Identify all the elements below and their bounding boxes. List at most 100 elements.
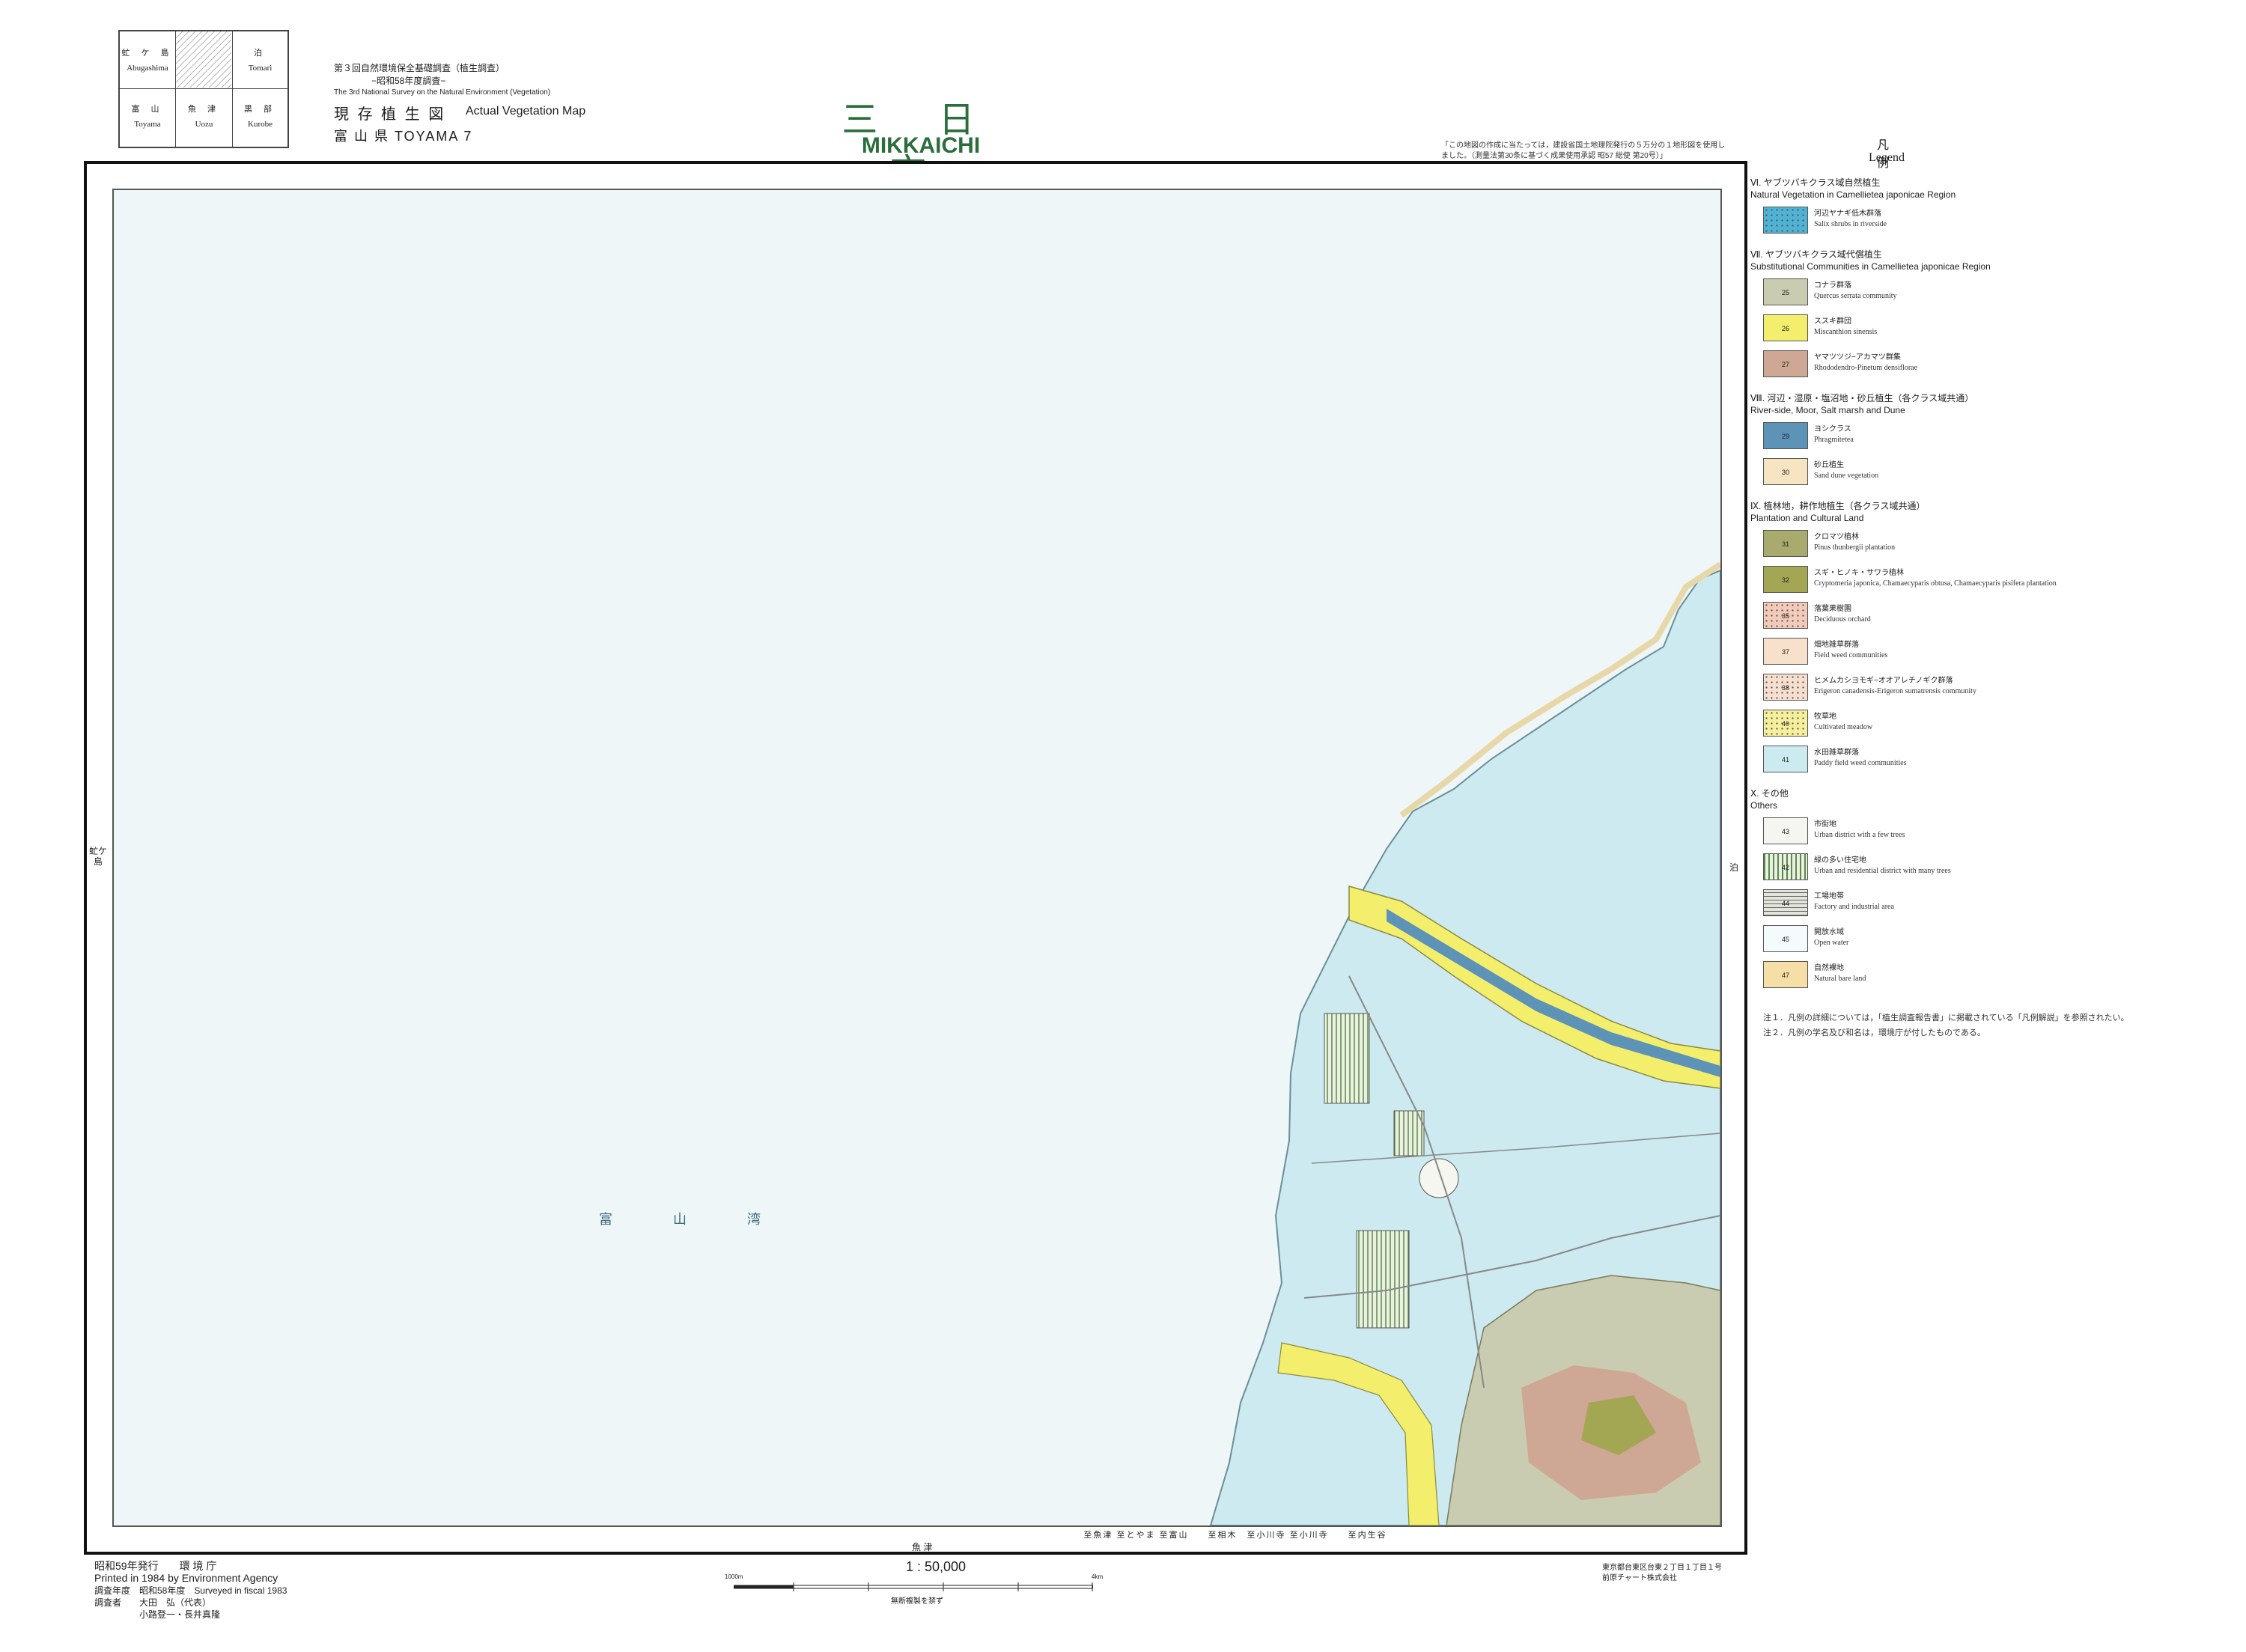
- legend-item-text: 緑の多い住宅地 Urban and residential district wi…: [1814, 856, 1951, 877]
- legend-section-heading-jp: Ⅷ. 河辺・湿原・塩沼地・砂丘植生（各クラス域共通）: [1750, 393, 1974, 403]
- legend-item-text: 開放水域 Open water: [1814, 927, 1848, 948]
- legend-section-heading-jp: Ⅶ. ヤブツバキクラス域代償植生: [1750, 249, 1882, 260]
- legend-item-text: 砂丘植生 Sand dune vegetation: [1814, 460, 1878, 481]
- legend-item-text: スギ・ヒノキ・サワラ植林 Cryptomeria japonica, Chamae…: [1814, 568, 2057, 589]
- legend-item-label-jp: 自然裸地: [1814, 964, 1844, 972]
- legend-swatch: 29: [1763, 422, 1808, 449]
- scale-ratio: 1 : 50,000: [905, 1559, 967, 1574]
- index-cell-se: 黒 部 Kurobe: [233, 89, 287, 147]
- legend-item-label-en: Urban district with a few trees: [1814, 831, 1905, 839]
- legend-item-label-en: Miscanthion sinensis: [1814, 328, 1878, 336]
- legend-item-text: 自然裸地 Natural bare land: [1814, 963, 1866, 984]
- legend-section-heading-en: River-side, Moor, Salt marsh and Dune: [1750, 405, 1905, 415]
- legend-item-label-en: Cryptomeria japonica, Chamaecyparis obtu…: [1814, 579, 2057, 588]
- legend-notes: 注１．凡例の詳細については，「植生調査報告書」に掲載されている「凡例解説」を参照…: [1763, 1011, 2129, 1040]
- legend-item-label-jp: 牧草地: [1814, 713, 1836, 721]
- legend-item-text: コナラ群落 Quercus serrata community: [1814, 281, 1897, 302]
- legend-section-heading-en: Others: [1750, 800, 1778, 811]
- index-cell-label-en: Tomari: [248, 64, 273, 73]
- base-map-credit: 「この地図の作成に当たっては，建設省国土地理院発行の５万分の１地形図を使用しまし…: [1441, 141, 1726, 160]
- legend-section-heading: Ⅶ. ヤブツバキクラス域代償植生 Substitutional Communiti…: [1750, 249, 1991, 272]
- index-cell-label: 黒 部: [243, 105, 277, 114]
- printer-info: 東京都台東区台東２丁目１丁目１号 前原チャート株式会社: [1602, 1563, 1722, 1584]
- surveyor-2: 小路登一・長井真隆: [94, 1609, 221, 1620]
- legend-item-label-en: Paddy field weed communities: [1814, 759, 1907, 767]
- printer-address: 東京都台東区台東２丁目１丁目１号: [1602, 1564, 1722, 1572]
- legend-item-text: 河辺ヤナギ低木群落 Salix shrubs in riverside: [1814, 209, 1887, 230]
- legend-item-label-en: Urban and residential district with many…: [1814, 867, 1951, 875]
- legend-item-text: クロマツ植林 Pinus thunbergii plantation: [1814, 532, 1895, 553]
- legend-item-text: 市街地 Urban district with a few trees: [1814, 820, 1905, 841]
- legend-item-label-en: Deciduous orchard: [1814, 615, 1871, 624]
- index-cell-label-en: Abugashima: [127, 64, 168, 73]
- legend-item-text: 落葉果樹園 Deciduous orchard: [1814, 604, 1871, 625]
- legend-item-label-jp: 落葉果樹園: [1814, 605, 1851, 613]
- legend-item-text: ヤマツツジ−アカマツ群集 Rhododendro-Pinetum densiflo…: [1814, 353, 1917, 374]
- index-cell-label-en: Toyama: [134, 120, 161, 129]
- map-type-jp: 現 存 植 生 図: [334, 106, 446, 123]
- legend-item-label-jp: ススキ群団: [1814, 317, 1851, 326]
- legend-item-label-jp: クロマツ植林: [1814, 533, 1859, 541]
- legend-section-heading-jp: Ⅵ. ヤブツバキクラス域自然植生: [1750, 177, 1881, 188]
- survey-title-en: The 3rd National Survey on the Natural E…: [334, 88, 551, 97]
- surveyor: 調査者 大田 弘（代表）: [94, 1597, 212, 1608]
- index-cell-label: 虻 ケ 島: [121, 49, 174, 58]
- vegetation-map: [114, 190, 1720, 1525]
- survey-year: −昭和58年度調査−: [371, 76, 446, 86]
- sheet-title-en: MIKKAICHI: [861, 133, 981, 158]
- copyright-notice: 無断複製を禁ず: [891, 1597, 943, 1606]
- legend-item-label-jp: ヤマツツジ−アカマツ群集: [1814, 353, 1901, 362]
- legend-swatch: 45: [1763, 925, 1808, 952]
- legend-item-label-jp: 水田雑草群落: [1814, 749, 1859, 757]
- residential-block: [1356, 1230, 1410, 1329]
- index-cell-label-en: Kurobe: [248, 120, 273, 129]
- legend-swatch: 27: [1763, 350, 1808, 377]
- legend-item-text: 畑地雑草群落 Field weed communities: [1814, 640, 1887, 661]
- legend-note: 注２．凡例の学名及び和名は，環境庁が付したものである。: [1763, 1028, 1985, 1037]
- legend-item-text: 工場地帯 Factory and industrial area: [1814, 891, 1894, 912]
- legend-item-text: ヨシクラス Phragmitetea: [1814, 424, 1854, 445]
- legend-swatch: 37: [1763, 638, 1808, 665]
- index-cell-label: 富 山: [131, 105, 164, 114]
- legend-section-heading-jp: Ⅸ. 植林地，耕作地植生（各クラス域共通）: [1750, 501, 1926, 511]
- legend-section-heading: Ⅷ. 河辺・湿原・塩沼地・砂丘植生（各クラス域共通） River-side, Mo…: [1750, 392, 1973, 416]
- town-center: [1419, 1158, 1459, 1198]
- legend-swatch: 26: [1763, 314, 1808, 341]
- legend-swatch: 41: [1763, 746, 1808, 772]
- legend-section-heading-en: Natural Vegetation in Camellietea japoni…: [1750, 189, 1956, 200]
- residential-block: [1324, 1013, 1370, 1104]
- sea-label: 富 山 湾: [599, 1212, 790, 1227]
- legend-item-label-en: Sand dune vegetation: [1814, 472, 1879, 480]
- current-sheet-hatch: [176, 31, 231, 88]
- legend-section-heading: Ⅹ. その他 Others: [1750, 787, 1789, 811]
- map-area[interactable]: [112, 189, 1722, 1527]
- legend-item-text: 牧草地 Cultivated meadow: [1814, 712, 1872, 733]
- legend-swatch: 30: [1763, 458, 1808, 485]
- adjacent-sheet-south: 魚 津: [912, 1542, 933, 1552]
- legend-item-label-en: Phragmitetea: [1814, 436, 1854, 444]
- legend-section-heading: Ⅸ. 植林地，耕作地植生（各クラス域共通） Plantation and Cult…: [1750, 500, 1925, 524]
- legend-section-heading-en: Plantation and Cultural Land: [1750, 513, 1864, 523]
- legend-item-label-en: Open water: [1814, 939, 1849, 947]
- printed-by: Printed in 1984 by Environment Agency: [94, 1572, 279, 1584]
- index-cell-label: 泊: [254, 49, 267, 58]
- legend-item-label-jp: スギ・ヒノキ・サワラ植林: [1814, 569, 1904, 577]
- legend-item-label-jp: ヒメムカシヨモギ−オオアレチノギク群落: [1814, 677, 1953, 685]
- legend-item-label-en: Erigeron canadensis-Erigeron sumatrensis…: [1814, 687, 1976, 695]
- legend-item-label-jp: 開放水域: [1814, 928, 1844, 936]
- legend-swatch: 35: [1763, 602, 1808, 629]
- legend-swatch: 38: [1763, 674, 1808, 701]
- legend-swatch: 47: [1763, 961, 1808, 988]
- legend-item-label-jp: 市街地: [1814, 820, 1836, 829]
- legend-item-label-en: Rhododendro-Pinetum densiflorae: [1814, 364, 1918, 372]
- legend-swatch: 31: [1763, 530, 1808, 557]
- index-cell-sw: 富 山 Toyama: [120, 89, 176, 147]
- legend-item-text: 水田雑草群落 Paddy field weed communities: [1814, 748, 1907, 769]
- legend-item-label-en: Cultivated meadow: [1814, 723, 1873, 731]
- index-map-grid: 虻 ケ 島 Abugashima 泊 Tomari 富 山 Toyama 魚 津…: [118, 30, 289, 148]
- legend-item-label-jp: コナラ群落: [1814, 281, 1851, 290]
- legend-swatch: 42: [1763, 853, 1808, 880]
- legend-item-label-jp: 工場地帯: [1814, 892, 1844, 900]
- legend-item-label-jp: 河辺ヤナギ低木群落: [1814, 210, 1881, 218]
- index-cell-nw: 虻 ケ 島 Abugashima: [120, 31, 176, 89]
